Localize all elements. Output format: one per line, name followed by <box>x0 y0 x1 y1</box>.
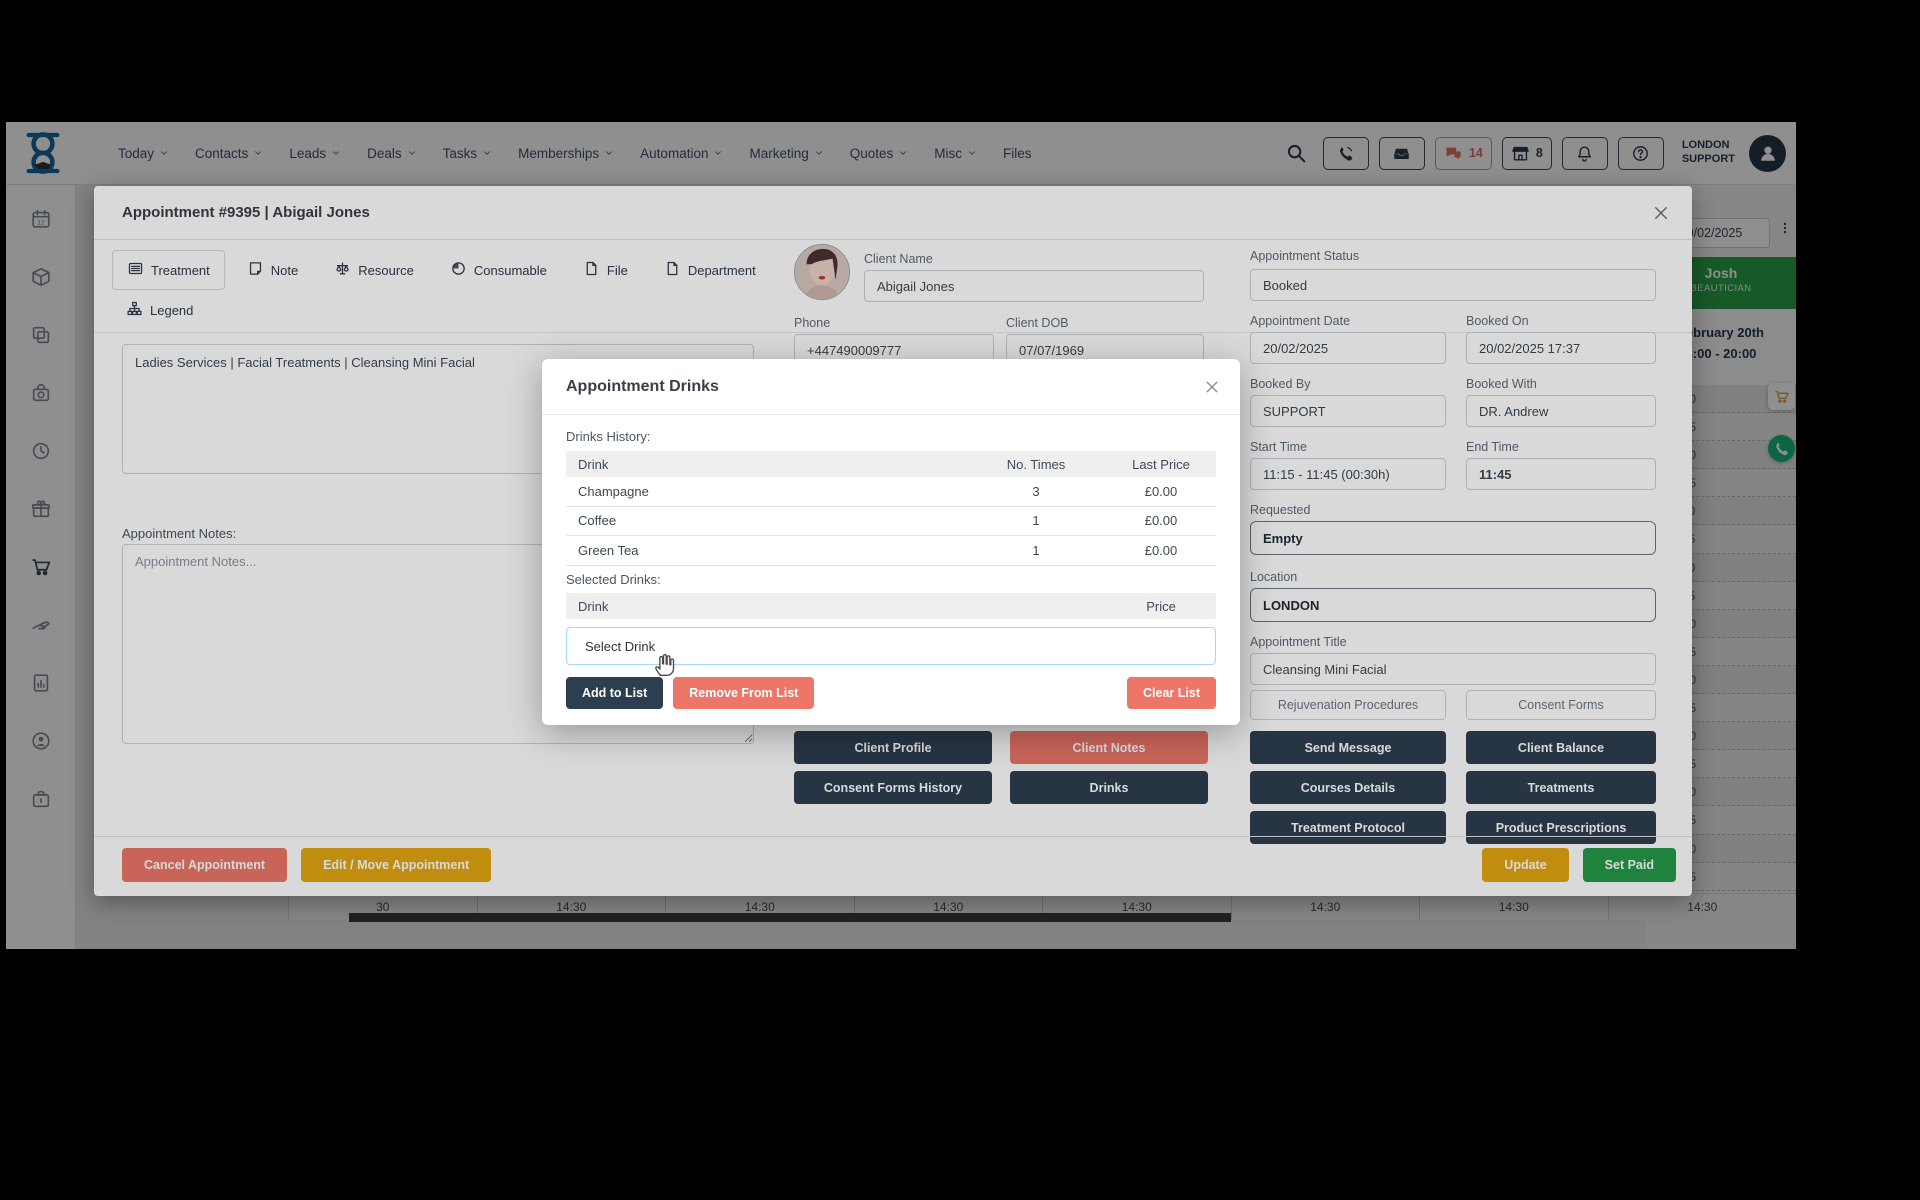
drinks-history-row: Green Tea1£0.00 <box>566 536 1216 566</box>
drinks-close-icon[interactable] <box>1204 379 1220 395</box>
drinks-history-row: Coffee1£0.00 <box>566 507 1216 537</box>
drinks-modal-header: Appointment Drinks <box>542 359 1240 415</box>
history-no-times: 3 <box>966 484 1106 499</box>
hand-cursor-icon <box>650 649 680 679</box>
history-last-price: £0.00 <box>1106 543 1216 558</box>
history-drink-name: Coffee <box>566 513 966 528</box>
drinks-history-row: Champagne3£0.00 <box>566 477 1216 507</box>
drinks-history-table: Drink No. Times Last Price Champagne3£0.… <box>566 451 1216 566</box>
selected-drinks-header-row: Drink Price <box>566 593 1216 619</box>
clear-list-button[interactable]: Clear List <box>1127 677 1216 709</box>
col-last-price: Last Price <box>1106 457 1216 472</box>
col-selected-price: Price <box>1106 599 1216 614</box>
button-spacer <box>824 677 1117 709</box>
history-drink-name: Champagne <box>566 484 966 499</box>
history-last-price: £0.00 <box>1106 484 1216 499</box>
drinks-modal-title: Appointment Drinks <box>566 378 719 396</box>
col-drink: Drink <box>566 457 966 472</box>
history-no-times: 1 <box>966 543 1106 558</box>
col-selected-drink: Drink <box>566 599 1106 614</box>
app-screen: TodayContactsLeadsDealsTasksMembershipsA… <box>6 122 1796 949</box>
history-drink-name: Green Tea <box>566 543 966 558</box>
remove-from-list-button[interactable]: Remove From List <box>673 677 814 709</box>
drinks-history-header-row: Drink No. Times Last Price <box>566 451 1216 477</box>
col-no-times: No. Times <box>966 457 1106 472</box>
add-to-list-button[interactable]: Add to List <box>566 677 663 709</box>
drinks-history-label: Drinks History: <box>566 429 651 444</box>
selected-drinks-label: Selected Drinks: <box>566 572 661 587</box>
history-no-times: 1 <box>966 513 1106 528</box>
select-drink-placeholder: Select Drink <box>585 639 655 654</box>
selected-drinks-table: Drink Price <box>566 593 1216 619</box>
history-last-price: £0.00 <box>1106 513 1216 528</box>
appointment-drinks-modal: Appointment Drinks Drinks History: Drink… <box>542 359 1240 725</box>
